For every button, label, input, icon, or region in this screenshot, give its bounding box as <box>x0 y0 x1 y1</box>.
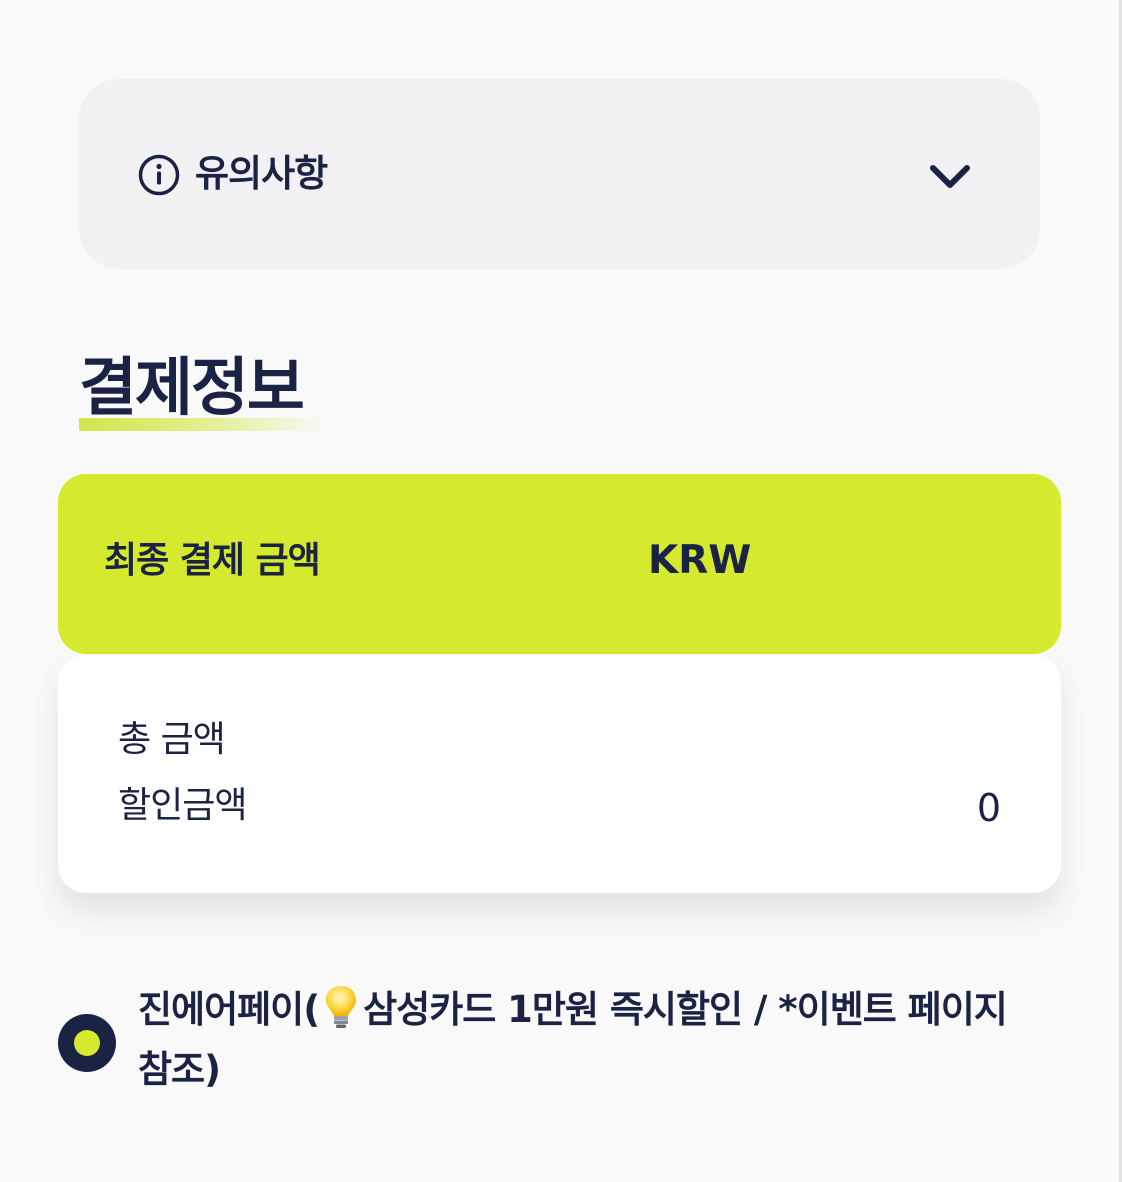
discount-amount-value: 0 <box>976 786 1001 830</box>
chevron-down-icon[interactable] <box>929 159 971 193</box>
section-title: 결제정보 <box>79 351 305 424</box>
notice-accordion[interactable]: 유의사항 <box>79 79 1040 269</box>
payment-option-jinairpay[interactable]: 진에어페이( 삼성카드 1만원 즉시할인 / *이벤트 페이지 참조) <box>58 980 1061 1110</box>
discount-amount-label: 할인금액 <box>118 785 247 826</box>
notice-title: 유의사항 <box>195 152 328 195</box>
payment-radio-selected[interactable] <box>58 1014 116 1072</box>
info-circle-icon <box>138 154 180 196</box>
total-amount-label: 총 금액 <box>118 719 226 760</box>
final-amount-card: 최종 결제 금액 KRW <box>58 474 1061 654</box>
lightbulb-icon <box>323 984 359 1030</box>
radio-dot <box>74 1030 100 1056</box>
amount-detail-card: 총 금액 할인금액 0 <box>58 655 1061 893</box>
final-amount-label: 최종 결제 금액 <box>104 540 321 581</box>
payment-option-name: 진에어페이( <box>138 988 320 1031</box>
payment-info-heading: 결제정보 <box>79 345 329 435</box>
payment-option-label[interactable]: 진에어페이( 삼성카드 1만원 즉시할인 / *이벤트 페이지 참조) <box>138 980 1048 1100</box>
final-amount-currency: KRW <box>648 538 752 583</box>
